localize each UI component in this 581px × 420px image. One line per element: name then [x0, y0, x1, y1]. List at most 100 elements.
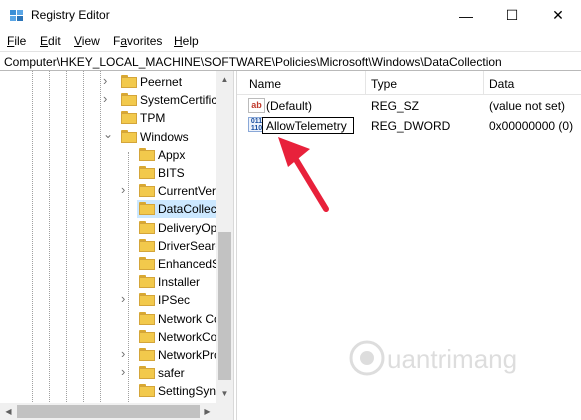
- tree-item[interactable]: DataCollec: [137, 200, 217, 219]
- column-type-header[interactable]: Type: [371, 77, 397, 91]
- minimize-icon: —: [459, 7, 473, 24]
- values-list-header: Name Type Data: [237, 71, 581, 95]
- folder-icon: [121, 75, 137, 88]
- tree-item-label: Network Co: [158, 311, 221, 326]
- tree-item[interactable]: DriverSearc: [137, 237, 221, 255]
- tree-vertical-scroll-thumb[interactable]: [218, 232, 231, 380]
- folder-icon: [139, 275, 155, 289]
- tree-item[interactable]: Appx: [137, 146, 216, 164]
- tree-item-label: Appx: [158, 147, 186, 162]
- address-path[interactable]: Computer\HKEY_LOCAL_MACHINE\SOFTWARE\Pol…: [4, 55, 502, 69]
- value-data: (value not set): [489, 99, 566, 113]
- address-bar[interactable]: Computer\HKEY_LOCAL_MACHINE\SOFTWARE\Pol…: [0, 51, 581, 71]
- menu-view-label: iew: [81, 34, 100, 48]
- window-title: Registry Editor: [31, 8, 110, 22]
- tree-item-label: SystemCertific: [140, 93, 218, 108]
- value-data: 0x00000000 (0): [489, 119, 574, 133]
- string-value-icon: ab: [248, 98, 265, 113]
- tree-item-label: NetworkPro: [158, 348, 221, 362]
- tree-item-label: IPSec: [158, 293, 191, 308]
- chevron-right-icon[interactable]: ›: [121, 182, 125, 197]
- chevron-right-icon[interactable]: ›: [103, 73, 107, 88]
- tree-item[interactable]: › IPSec: [121, 291, 216, 309]
- folder-icon: [139, 184, 155, 198]
- tree-item-label: TPM: [140, 111, 166, 126]
- tree-item[interactable]: DeliveryOp: [137, 219, 218, 237]
- tree-item-label: Windows: [140, 129, 189, 144]
- menu-view-mnemonic: V: [74, 34, 82, 48]
- close-button[interactable]: ✕: [535, 0, 581, 31]
- tree-item-label: safer: [158, 366, 185, 381]
- menu-edit-mnemonic: E: [40, 34, 49, 48]
- chevron-down-icon[interactable]: ⌄: [103, 127, 113, 141]
- folder-icon: [139, 384, 155, 398]
- registry-editor-app-icon: [9, 8, 25, 24]
- tree-item-label: EnhancedS: [158, 257, 221, 271]
- menu-view[interactable]: View: [74, 34, 100, 48]
- value-row-default[interactable]: ab (Default) REG_SZ (value not set): [237, 95, 581, 115]
- menu-edit-label: dit: [48, 34, 61, 48]
- maximize-button[interactable]: ☐: [489, 0, 535, 31]
- tree-item-label: NetworkCo: [158, 329, 218, 344]
- tree-item[interactable]: EnhancedS: [137, 255, 220, 273]
- scroll-down-arrow-icon[interactable]: ▼: [216, 389, 233, 398]
- tree-item[interactable]: › safer: [121, 364, 216, 382]
- annotation-arrow-icon: [278, 137, 329, 212]
- folder-icon: [139, 348, 155, 361]
- tree-item[interactable]: ⌄ Windows: [103, 127, 216, 146]
- tree-guide-line: [100, 71, 101, 405]
- watermark-logo-icon: uantrimang: [349, 340, 517, 376]
- chevron-right-icon[interactable]: ›: [121, 291, 125, 306]
- value-row-allowtelemetry[interactable]: 011 110 AllowTelemetry REG_DWORD 0x00000…: [237, 115, 581, 135]
- folder-icon: [139, 220, 155, 234]
- tree-item[interactable]: Installer: [137, 273, 216, 291]
- scroll-up-arrow-icon[interactable]: ▲: [216, 75, 233, 84]
- menu-file[interactable]: File: [7, 34, 26, 48]
- menu-help-mnemonic: H: [174, 34, 183, 48]
- scroll-right-arrow-icon[interactable]: ▶: [199, 407, 216, 416]
- folder-icon: [139, 202, 155, 216]
- tree-item[interactable]: › NetworkPro: [121, 346, 221, 364]
- minimize-button[interactable]: —: [443, 0, 489, 31]
- tree-item[interactable]: › SystemCertific: [103, 91, 218, 109]
- tree-item[interactable]: TPM: [119, 109, 216, 127]
- rename-textbox[interactable]: AllowTelemetry: [262, 117, 354, 134]
- menu-help[interactable]: Help: [174, 34, 199, 48]
- folder-icon: [139, 147, 155, 161]
- tree-item-label: Peernet: [140, 75, 183, 89]
- chevron-right-icon[interactable]: ›: [103, 91, 107, 106]
- tree-item-label: SettingSyn: [158, 384, 217, 399]
- tree-item[interactable]: NetworkCo: [137, 328, 218, 346]
- column-separator[interactable]: [365, 71, 366, 95]
- tree-guide-line: [83, 71, 84, 405]
- folder-icon: [139, 329, 155, 343]
- tree-item-label: DeliveryOp: [158, 220, 218, 235]
- tree-item-label: DataCollec: [158, 202, 217, 217]
- tree-item[interactable]: Network Co: [137, 310, 221, 328]
- folder-icon: [139, 366, 155, 380]
- value-type: REG_DWORD: [371, 119, 451, 133]
- tree-item[interactable]: › Peernet: [103, 73, 216, 91]
- tree-guide-line: [49, 71, 50, 405]
- tree-horizontal-scroll-thumb[interactable]: [17, 405, 200, 418]
- column-name-header[interactable]: Name: [249, 77, 281, 91]
- column-data-header[interactable]: Data: [489, 77, 514, 91]
- tree-item[interactable]: BITS: [137, 164, 216, 182]
- menu-favorites[interactable]: Favorites: [113, 34, 162, 48]
- folder-icon: [121, 129, 137, 143]
- tree-item[interactable]: SettingSyn: [137, 382, 216, 400]
- folder-icon: [139, 166, 155, 179]
- tree-item[interactable]: › CurrentVers: [121, 182, 222, 200]
- menu-edit[interactable]: Edit: [40, 34, 61, 48]
- folder-icon: [139, 293, 155, 307]
- folder-icon: [121, 93, 137, 107]
- tree-guide-line: [66, 71, 67, 405]
- value-type: REG_SZ: [371, 99, 420, 113]
- registry-tree[interactable]: › Peernet › SystemCertific TPM ⌄ Windows Appx BI…: [0, 71, 232, 405]
- scroll-left-arrow-icon[interactable]: ◀: [0, 407, 17, 416]
- menu-file-label: ile: [14, 34, 27, 48]
- folder-icon: [121, 111, 137, 125]
- column-separator[interactable]: [483, 71, 484, 95]
- chevron-right-icon[interactable]: ›: [121, 346, 125, 361]
- chevron-right-icon[interactable]: ›: [121, 364, 125, 379]
